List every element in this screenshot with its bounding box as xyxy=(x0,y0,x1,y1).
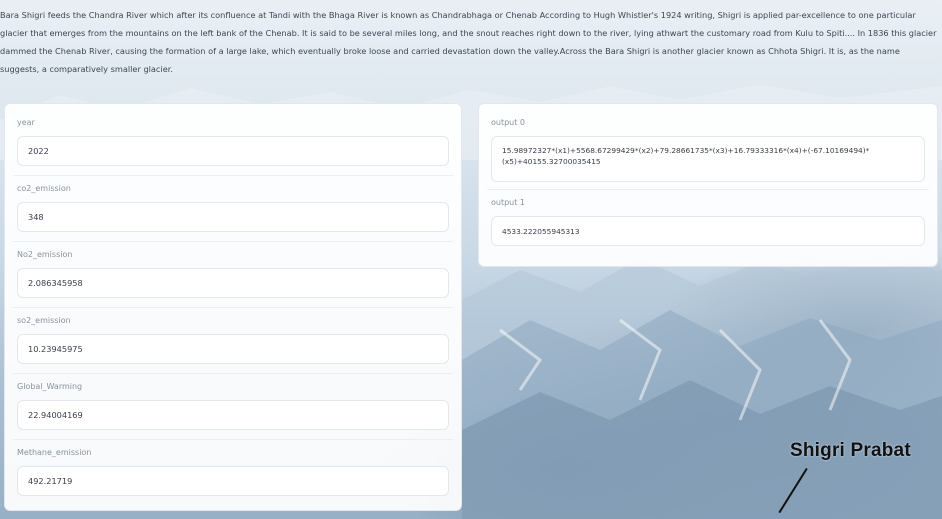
year-input[interactable]: 2022 xyxy=(17,136,449,166)
no2-emission-input[interactable]: 2.086345958 xyxy=(17,268,449,298)
no2-emission-label: No2_emission xyxy=(17,250,73,259)
output-1-value[interactable]: 4533.222055945313 xyxy=(491,216,925,246)
so2-emission-input[interactable]: 10.23945975 xyxy=(17,334,449,364)
co2-emission-label: co2_emission xyxy=(17,184,71,193)
methane-emission-label: Methane_emission xyxy=(17,448,92,457)
so2-emission-label: so2_emission xyxy=(17,316,71,325)
output-1-label: output 1 xyxy=(491,198,526,207)
global-warming-field: Global_Warming 22.94004169 xyxy=(13,374,453,440)
co2-emission-field: co2_emission 348 xyxy=(13,176,453,242)
image-caption: Shigri Prabat xyxy=(790,440,911,461)
year-label: year xyxy=(17,118,35,127)
output-0-field: output 0 15.98972327*(x1)+5568.67299429*… xyxy=(487,110,929,190)
inputs-panel: year 2022 co2_emission 348 No2_emission … xyxy=(4,103,462,511)
global-warming-input[interactable]: 22.94004169 xyxy=(17,400,449,430)
no2-emission-field: No2_emission 2.086345958 xyxy=(13,242,453,308)
global-warming-label: Global_Warming xyxy=(17,382,83,391)
output-0-value[interactable]: 15.98972327*(x1)+5568.67299429*(x2)+79.2… xyxy=(491,136,925,182)
output-1-field: output 1 4533.222055945313 xyxy=(487,190,929,260)
so2-emission-field: so2_emission 10.23945975 xyxy=(13,308,453,374)
methane-emission-field: Methane_emission 492.21719 xyxy=(13,440,453,506)
description-text: Bara Shigri feeds the Chandra River whic… xyxy=(0,10,937,74)
methane-emission-input[interactable]: 492.21719 xyxy=(17,466,449,496)
output-0-label: output 0 xyxy=(491,118,526,127)
outputs-panel: output 0 15.98972327*(x1)+5568.67299429*… xyxy=(478,103,938,267)
year-field: year 2022 xyxy=(13,110,453,176)
co2-emission-input[interactable]: 348 xyxy=(17,202,449,232)
